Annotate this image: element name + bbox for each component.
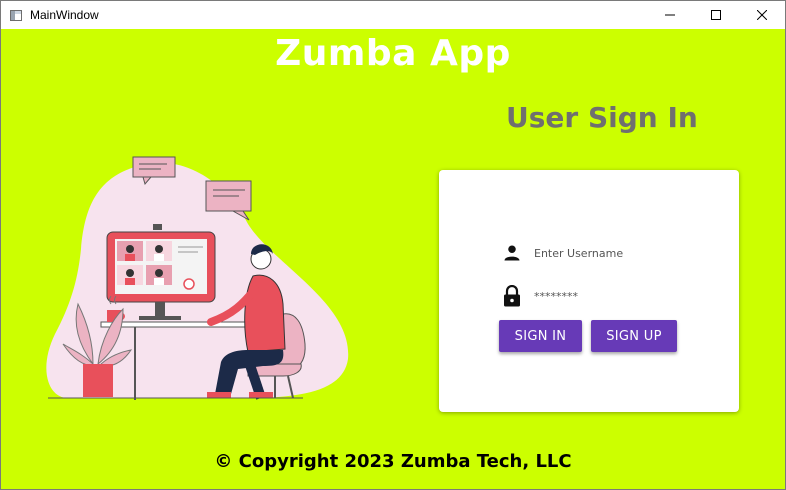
desk xyxy=(100,321,262,328)
app-title: Zumba App xyxy=(275,33,511,74)
video-call-illustration xyxy=(46,156,349,400)
username-input[interactable] xyxy=(534,246,714,260)
user-icon xyxy=(501,242,523,264)
close-icon xyxy=(757,10,767,20)
sign-in-button[interactable]: SIGN IN xyxy=(499,320,582,352)
main-content: Zumba App User Sign In Enter Username SI… xyxy=(1,29,785,489)
sign-up-button[interactable]: SIGN UP xyxy=(591,320,677,352)
password-row xyxy=(501,285,714,307)
minimize-icon xyxy=(665,14,675,16)
username-row xyxy=(501,242,714,264)
password-input[interactable] xyxy=(534,289,714,303)
title-bar[interactable]: MainWindow xyxy=(1,1,785,29)
copyright-text: © Copyright 2023 Zumba Tech, LLC xyxy=(214,451,572,472)
window-controls xyxy=(647,1,785,29)
maximize-icon xyxy=(711,10,721,20)
window-title: MainWindow xyxy=(30,8,99,22)
lock-icon xyxy=(501,285,523,307)
maximize-button[interactable] xyxy=(693,1,739,29)
minimize-button[interactable] xyxy=(647,1,693,29)
sign-in-card: SIGN IN SIGN UP xyxy=(439,170,739,412)
page-title: User Sign In xyxy=(506,101,698,134)
close-button[interactable] xyxy=(739,1,785,29)
window-icon xyxy=(10,9,22,21)
main-window: MainWindow Zumba App User Sign In Enter … xyxy=(0,0,786,490)
